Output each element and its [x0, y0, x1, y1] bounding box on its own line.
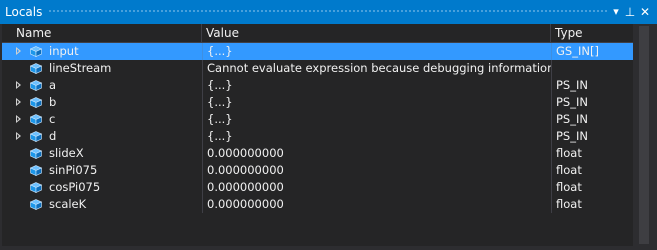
expand-triangle-icon[interactable]: [16, 98, 21, 106]
variable-name: lineStream: [49, 61, 112, 75]
variable-name: cosPi075: [49, 180, 101, 194]
variable-name: d: [49, 129, 57, 143]
table-row[interactable]: d {...} PS_IN: [2, 128, 633, 145]
column-header-row: Name Value Type: [2, 24, 633, 43]
variable-name: b: [49, 95, 57, 109]
table-row[interactable]: input {...} GS_IN[]: [2, 43, 633, 60]
local-variable-cube-icon: [30, 114, 42, 125]
table-row[interactable]: a {...} PS_IN: [2, 77, 633, 94]
scrollbar-track[interactable]: [639, 26, 649, 244]
type-cell: float: [551, 196, 633, 213]
name-cell[interactable]: lineStream: [2, 60, 202, 77]
local-variable-cube-icon: [30, 182, 42, 193]
table-row[interactable]: cosPi075 0.000000000 float: [2, 179, 633, 196]
name-cell[interactable]: a: [2, 77, 202, 94]
local-variable-cube-icon: [30, 97, 42, 108]
locals-grid: Name Value Type input {...} GS_IN[] lineStr…: [2, 24, 633, 246]
title-bar-grip[interactable]: [48, 9, 607, 14]
variable-name: a: [49, 78, 57, 92]
table-row[interactable]: scaleK 0.000000000 float: [2, 196, 633, 213]
type-cell: PS_IN: [551, 94, 633, 111]
variable-name: sinPi075: [49, 163, 98, 177]
name-cell[interactable]: slideX: [2, 145, 202, 162]
expand-triangle-icon[interactable]: [16, 115, 21, 123]
value-cell[interactable]: {...}: [202, 43, 551, 60]
value-cell[interactable]: 0.000000000: [202, 179, 551, 196]
value-cell[interactable]: {...}: [202, 111, 551, 128]
value-cell[interactable]: {...}: [202, 77, 551, 94]
variable-name: input: [49, 44, 79, 58]
window-title: Locals: [5, 5, 43, 19]
type-cell: float: [551, 162, 633, 179]
local-variable-cube-icon: [30, 46, 42, 57]
local-variable-cube-icon: [30, 63, 42, 74]
name-cell[interactable]: sinPi075: [2, 162, 202, 179]
value-cell[interactable]: 0.000000000: [202, 162, 551, 179]
locals-rows: input {...} GS_IN[] lineStream Cannot evalua…: [2, 43, 633, 213]
column-header-type[interactable]: Type: [551, 24, 633, 43]
locals-window: Locals ▾ ⊥ ✕ Name Value Type input {...} G…: [0, 0, 657, 250]
table-row[interactable]: c {...} PS_IN: [2, 111, 633, 128]
name-cell[interactable]: d: [2, 128, 202, 145]
local-variable-cube-icon: [30, 165, 42, 176]
type-cell: [551, 60, 633, 77]
variable-name: scaleK: [49, 197, 87, 211]
name-cell[interactable]: cosPi075: [2, 179, 202, 196]
table-row[interactable]: sinPi075 0.000000000 float: [2, 162, 633, 179]
column-header-name[interactable]: Name: [2, 24, 202, 43]
type-cell: float: [551, 145, 633, 162]
vertical-scrollbar[interactable]: [635, 24, 653, 246]
value-cell[interactable]: Cannot evaluate expression because debug…: [202, 60, 551, 77]
title-bar[interactable]: Locals ▾ ⊥ ✕: [0, 0, 657, 24]
local-variable-cube-icon: [30, 131, 42, 142]
type-cell: float: [551, 179, 633, 196]
variable-name: slideX: [49, 146, 84, 160]
type-cell: PS_IN: [551, 77, 633, 94]
expand-triangle-icon[interactable]: [16, 47, 21, 55]
local-variable-cube-icon: [30, 80, 42, 91]
pin-icon[interactable]: ⊥: [623, 4, 637, 20]
column-header-value[interactable]: Value: [202, 24, 551, 43]
name-cell[interactable]: scaleK: [2, 196, 202, 213]
local-variable-cube-icon: [30, 148, 42, 159]
value-cell[interactable]: 0.000000000: [202, 196, 551, 213]
table-row[interactable]: lineStream Cannot evaluate expression bec…: [2, 60, 633, 77]
table-row[interactable]: b {...} PS_IN: [2, 94, 633, 111]
expand-triangle-icon[interactable]: [16, 81, 21, 89]
value-cell[interactable]: 0.000000000: [202, 145, 551, 162]
close-icon[interactable]: ✕: [638, 4, 652, 20]
type-cell: PS_IN: [551, 111, 633, 128]
table-row[interactable]: slideX 0.000000000 float: [2, 145, 633, 162]
window-menu-dropdown-icon[interactable]: ▾: [609, 4, 623, 20]
value-cell[interactable]: {...}: [202, 94, 551, 111]
value-cell[interactable]: {...}: [202, 128, 551, 145]
expand-triangle-icon[interactable]: [16, 132, 21, 140]
local-variable-cube-icon: [30, 199, 42, 210]
name-cell[interactable]: b: [2, 94, 202, 111]
type-cell: PS_IN: [551, 128, 633, 145]
type-cell: GS_IN[]: [551, 43, 633, 60]
name-cell[interactable]: input: [2, 43, 202, 60]
name-cell[interactable]: c: [2, 111, 202, 128]
variable-name: c: [49, 112, 56, 126]
